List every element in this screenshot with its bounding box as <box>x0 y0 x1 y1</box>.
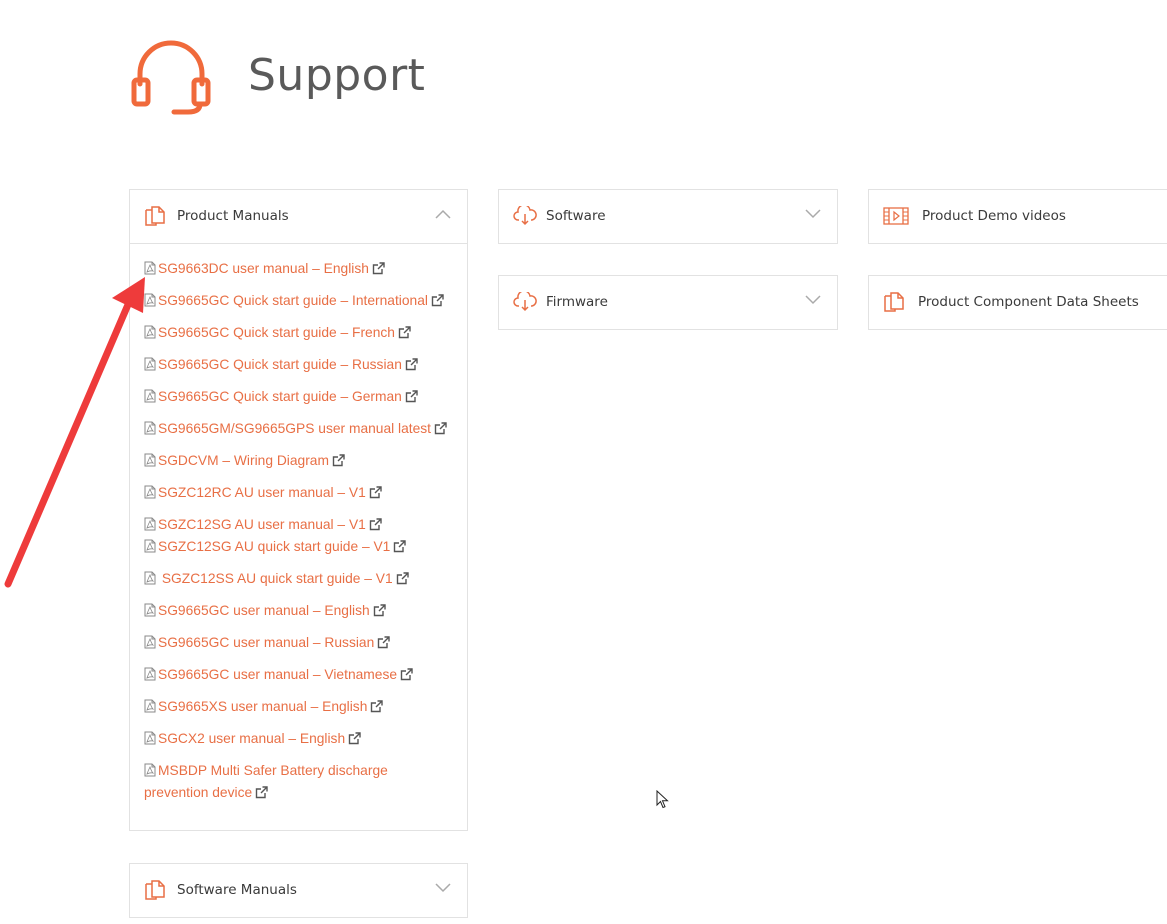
chevron-down-icon <box>805 295 821 305</box>
manual-link[interactable]: SG9665GM/SG9665GPS user manual latest <box>144 418 453 440</box>
manual-link-text: SGZC12SS AU quick start guide – V1 <box>158 571 393 586</box>
manual-link[interactable]: SG9665GC Quick start guide – German <box>144 386 453 408</box>
manual-link-text: SG9665GC Quick start guide – German <box>158 389 402 404</box>
manual-link[interactable]: SG9665GC Quick start guide – Internation… <box>144 290 453 312</box>
external-link-icon <box>332 454 345 467</box>
product-component-data-sheets-panel: Product Component Data Sheets <box>868 275 1167 330</box>
external-link-icon <box>373 604 386 617</box>
manual-link-text: SG9665GC Quick start guide – French <box>158 325 395 340</box>
product-demo-videos-label: Product Demo videos <box>922 208 1066 224</box>
external-link-icon <box>372 262 385 275</box>
documents-icon <box>884 292 904 312</box>
external-link-icon <box>400 668 413 681</box>
firmware-toggle[interactable]: Firmware <box>499 276 837 329</box>
pdf-file-icon <box>144 763 156 777</box>
manual-link-text: SG9665GC user manual – English <box>158 603 370 618</box>
pdf-file-icon <box>144 699 156 713</box>
manual-link[interactable]: MSBDP Multi Safer Battery discharge prev… <box>144 760 453 804</box>
manual-link-text: SG9665XS user manual – English <box>158 699 368 714</box>
software-manuals-toggle[interactable]: Software Manuals <box>130 864 467 917</box>
external-link-icon <box>405 390 418 403</box>
software-manuals-label: Software Manuals <box>177 882 297 898</box>
product-demo-videos-toggle[interactable]: Product Demo videos <box>869 190 1167 243</box>
software-label: Software <box>546 208 606 224</box>
external-link-icon <box>396 572 409 585</box>
external-link-icon <box>371 700 384 713</box>
chevron-up-icon <box>435 209 451 219</box>
cloud-download-icon <box>513 292 537 312</box>
chevron-down-icon <box>435 883 451 893</box>
manual-link[interactable]: SG9665GC user manual – Vietnamese <box>144 664 453 686</box>
manual-link[interactable]: SGDCVM – Wiring Diagram <box>144 450 453 472</box>
software-toggle[interactable]: Software <box>499 190 837 243</box>
manual-link[interactable]: SG9665GC user manual – Russian <box>144 632 453 654</box>
software-panel: Software <box>498 189 838 244</box>
manual-link-text: SG9665GC user manual – Vietnamese <box>158 667 398 682</box>
firmware-panel: Firmware <box>498 275 838 330</box>
product-demo-videos-panel: Product Demo videos <box>868 189 1167 244</box>
manual-link[interactable]: SG9663DC user manual – English <box>144 258 453 280</box>
external-link-icon <box>369 518 382 531</box>
external-link-icon <box>405 358 418 371</box>
external-link-icon <box>378 636 390 649</box>
external-link-icon <box>434 422 447 435</box>
firmware-label: Firmware <box>546 294 608 310</box>
manuals-list: SG9663DC user manual – English SG9665GC Q… <box>130 243 467 838</box>
pdf-file-icon <box>144 731 156 745</box>
manual-link-text: SG9665GC Quick start guide – Russian <box>158 357 402 372</box>
manual-link-text: SG9665GC user manual – Russian <box>158 635 375 650</box>
manual-link-text: SGCX2 user manual – English <box>158 731 346 746</box>
external-link-icon <box>348 732 361 745</box>
product-manuals-panel: Product Manuals SG9663DC user manual – E… <box>129 189 468 831</box>
manual-link[interactable]: SGZC12SS AU quick start guide – V1 <box>144 568 453 590</box>
headset-icon <box>131 40 211 115</box>
manual-link[interactable]: SGZC12SG AU user manual – V1 <box>144 514 453 536</box>
documents-icon <box>145 880 165 900</box>
external-link-icon <box>255 786 268 799</box>
manual-link[interactable]: SG9665XS user manual – English <box>144 696 453 718</box>
manual-link[interactable]: SGCX2 user manual – English <box>144 728 453 750</box>
pdf-file-icon <box>144 667 156 681</box>
external-link-icon <box>369 486 382 499</box>
manual-link-text: SG9665GC Quick start guide – Internation… <box>158 293 428 308</box>
manual-link[interactable]: SG9665GC Quick start guide – French <box>144 322 453 344</box>
pdf-file-icon <box>144 603 156 617</box>
manual-link-text: SGZC12SG AU user manual – V1 <box>158 517 366 532</box>
mouse-cursor-icon <box>656 790 669 809</box>
manual-link[interactable]: SGZC12RC AU user manual – V1 <box>144 482 453 504</box>
page-title: Support <box>248 50 426 101</box>
external-link-icon <box>394 540 407 553</box>
manual-link[interactable]: SG9665GC Quick start guide – Russian <box>144 354 453 376</box>
product-component-data-sheets-toggle[interactable]: Product Component Data Sheets <box>869 276 1167 329</box>
external-link-icon <box>431 294 444 307</box>
manual-link-text: SG9663DC user manual – English <box>158 261 369 276</box>
manual-link-text: SG9665GM/SG9665GPS user manual latest <box>158 421 432 436</box>
manual-link-text: SGDCVM – Wiring Diagram <box>158 453 329 468</box>
manual-link[interactable]: SGZC12SG AU quick start guide – V1 <box>144 536 453 558</box>
external-link-icon <box>398 326 411 339</box>
manual-link[interactable]: SG9665GC user manual – English <box>144 600 453 622</box>
cloud-download-icon <box>513 206 537 226</box>
pdf-file-icon <box>144 635 156 649</box>
manual-link-text: SGZC12SG AU quick start guide – V1 <box>158 539 391 554</box>
chevron-down-icon <box>805 209 821 219</box>
documents-icon <box>145 206 165 226</box>
product-manuals-toggle[interactable]: Product Manuals <box>130 190 467 243</box>
software-manuals-panel: Software Manuals <box>129 863 468 918</box>
annotation-arrow-icon <box>4 277 145 588</box>
product-component-data-sheets-label: Product Component Data Sheets <box>918 294 1139 310</box>
product-manuals-label: Product Manuals <box>177 208 289 224</box>
film-icon <box>883 207 909 225</box>
manual-link-text: SGZC12RC AU user manual – V1 <box>158 485 366 500</box>
